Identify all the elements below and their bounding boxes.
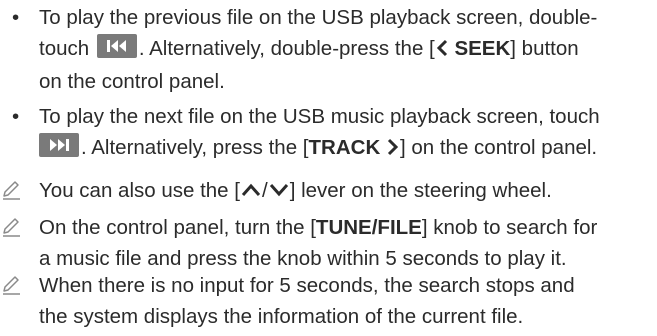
seek-button-label: SEEK	[454, 37, 511, 60]
bullet-dot: •	[12, 105, 20, 128]
bullet-item-previous: • To play the previous file on the USB p…	[0, 2, 657, 98]
bullet-text: ] on the control panel.	[399, 136, 598, 159]
bullet-line: To play the previous file on the USB pla…	[39, 6, 598, 29]
note-line: When there is no input for 5 seconds, th…	[39, 274, 575, 297]
note-text: On the control panel, turn the [	[39, 216, 316, 239]
pencil-note-icon	[3, 276, 20, 295]
chevron-right-icon	[386, 134, 400, 165]
skip-next-icon	[39, 133, 79, 157]
bullet-line: . Alternatively, press the [TRACK ] on t…	[39, 132, 653, 165]
skip-previous-icon	[96, 34, 137, 58]
chevron-left-icon	[435, 35, 449, 66]
chevron-down-icon	[268, 177, 290, 208]
note-item-steering-lever: You can also use the [/] lever on the st…	[0, 175, 657, 207]
bullet-line: To play the next file on the USB music p…	[39, 105, 600, 128]
bullet-text: . Alternatively, double-press the [	[138, 37, 435, 60]
note-item-tune-file-knob: On the control panel, turn the [TUNE/FIL…	[0, 212, 657, 276]
note-text: ] lever on the steering wheel.	[289, 179, 552, 202]
pencil-note-icon	[3, 218, 20, 237]
note-text: You can also use the [	[39, 179, 240, 202]
note-item-search-timeout: When there is no input for 5 seconds, th…	[0, 270, 657, 334]
bullet-line: touch . Alternatively, double-press the …	[39, 33, 653, 66]
bullet-text: touch	[39, 37, 90, 60]
note-line: the system displays the information of t…	[39, 305, 524, 328]
tune-file-knob-label: TUNE/FILE	[315, 216, 422, 239]
bullet-line: on the control panel.	[39, 70, 225, 93]
bullet-dot: •	[12, 6, 20, 29]
track-button-label: TRACK	[308, 136, 381, 159]
note-text: ] knob to search for	[421, 216, 598, 239]
note-line: On the control panel, turn the [TUNE/FIL…	[39, 212, 653, 243]
pencil-note-icon	[3, 181, 20, 200]
chevron-up-icon	[240, 177, 262, 208]
bullet-text: ] button	[510, 37, 579, 60]
bullet-text: . Alternatively, press the [	[81, 136, 309, 159]
bullet-item-next: • To play the next file on the USB music…	[0, 101, 657, 167]
